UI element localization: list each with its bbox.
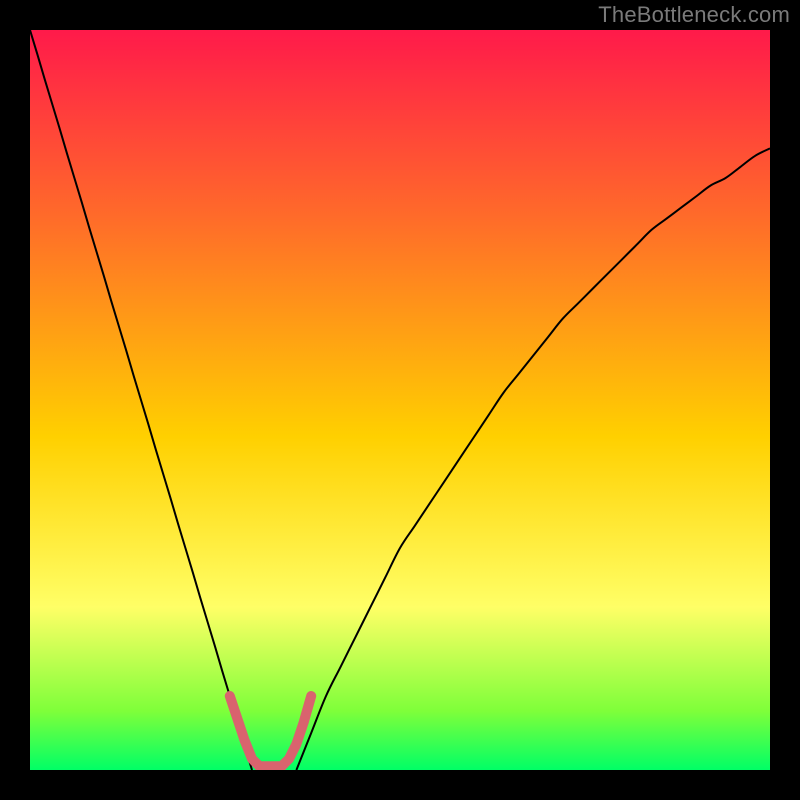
attribution-label: TheBottleneck.com — [598, 2, 790, 28]
figure-stage: TheBottleneck.com — [0, 0, 800, 800]
bottleneck-plot — [30, 30, 770, 770]
